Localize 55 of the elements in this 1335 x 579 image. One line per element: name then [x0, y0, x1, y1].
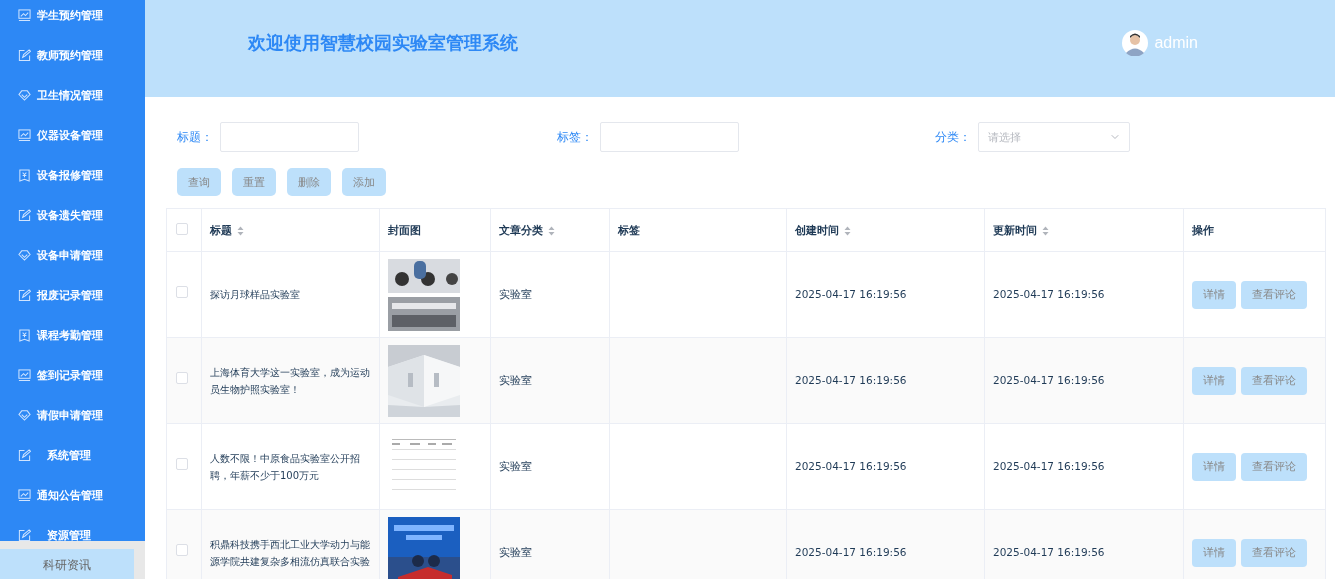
- sidebar-item[interactable]: 请假申请管理: [0, 395, 145, 435]
- sidebar-item[interactable]: 设备报修管理: [0, 155, 145, 195]
- select-field[interactable]: 请选择: [978, 122, 1130, 152]
- column-header: 操作: [1192, 223, 1214, 237]
- sidebar-item[interactable]: 科研资讯: [0, 549, 134, 579]
- sidebar-item[interactable]: 教师预约管理: [0, 35, 145, 75]
- sidebar-item[interactable]: 报废记录管理: [0, 275, 145, 315]
- table-cell: 2025-04-17 16:19:56: [993, 546, 1105, 558]
- page-title: 欢迎使用智慧校园实验室管理系统: [248, 30, 518, 55]
- field-label: 标题：: [177, 128, 214, 146]
- action-button[interactable]: 添加: [342, 168, 386, 196]
- table-cell: 人数不限！中原食品实验室公开招聘，年薪不少于100万元: [210, 452, 360, 481]
- sidebar-item[interactable]: 系统管理: [0, 435, 145, 475]
- field-label: 分类：: [935, 128, 972, 146]
- table-cell: 上海体育大学这一实验室，成为运动员生物护照实验室！: [210, 366, 370, 395]
- table-cell: 实验室: [499, 546, 532, 558]
- table-cell: 实验室: [499, 460, 532, 472]
- column-header: 封面图: [388, 223, 421, 237]
- column-header: 标签: [618, 223, 640, 237]
- table-cell: 2025-04-17 16:19:56: [993, 374, 1105, 386]
- table-cell: 2025-04-17 16:19:56: [795, 288, 907, 300]
- field-label: 标签：: [557, 128, 594, 146]
- table-cell: 积鼎科技携手西北工业大学动力与能源学院共建复杂多相流仿真联合实验: [210, 538, 370, 567]
- details-button[interactable]: 详情: [1192, 452, 1236, 481]
- table-cell: 实验室: [499, 288, 532, 300]
- table-cell: 2025-04-17 16:19:56: [795, 374, 907, 386]
- comments-button[interactable]: 查看评论: [1241, 280, 1307, 309]
- sidebar-item[interactable]: 课程考勤管理: [0, 315, 145, 355]
- sidebar-item[interactable]: 仪器设备管理: [0, 115, 145, 155]
- details-button[interactable]: 详情: [1192, 538, 1236, 567]
- sidebar-item[interactable]: 学生预约管理: [0, 0, 145, 35]
- column-header[interactable]: 更新时间: [993, 223, 1037, 237]
- table-cell: 2025-04-17 16:19:56: [993, 288, 1105, 300]
- table-cell: 实验室: [499, 374, 532, 386]
- table-cell: 2025-04-17 16:19:56: [795, 546, 907, 558]
- column-header[interactable]: 创建时间: [795, 223, 839, 237]
- column-header[interactable]: 标题: [210, 223, 232, 237]
- table-cell: 探访月球样品实验室: [210, 289, 300, 300]
- details-button[interactable]: 详情: [1192, 280, 1236, 309]
- comments-button[interactable]: 查看评论: [1241, 366, 1307, 395]
- sidebar-item[interactable]: 签到记录管理: [0, 355, 145, 395]
- sidebar-item[interactable]: 设备遗失管理: [0, 195, 145, 235]
- comments-button[interactable]: 查看评论: [1241, 538, 1307, 567]
- table-cell: 2025-04-17 16:19:56: [993, 460, 1105, 472]
- column-header[interactable]: 文章分类: [499, 223, 543, 237]
- action-button[interactable]: 删除: [287, 168, 331, 196]
- action-button[interactable]: 重置: [232, 168, 276, 196]
- details-button[interactable]: 详情: [1192, 366, 1236, 395]
- sidebar-item[interactable]: 设备申请管理: [0, 235, 145, 275]
- comments-button[interactable]: 查看评论: [1241, 452, 1307, 481]
- action-button[interactable]: 查询: [177, 168, 221, 196]
- sidebar-item[interactable]: 卫生情况管理: [0, 75, 145, 115]
- sidebar-item[interactable]: 通知公告管理: [0, 475, 145, 515]
- sidebar-item[interactable]: 资源管理: [0, 515, 145, 542]
- table-cell: 2025-04-17 16:19:56: [795, 460, 907, 472]
